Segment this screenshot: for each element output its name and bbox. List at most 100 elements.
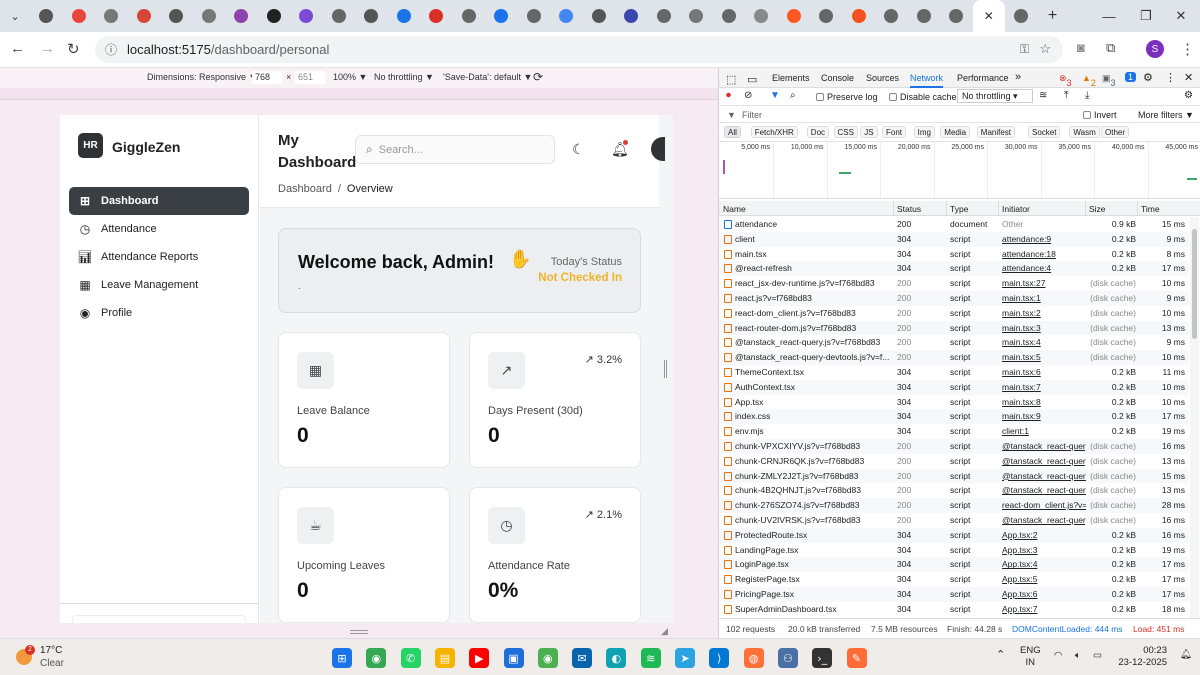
network-app-icon[interactable]: ⚇ [777,648,798,668]
request-row[interactable]: react_jsx-dev-runtime.js?v=f768bd83 200 sc… [719,276,1189,291]
zoom-dropdown[interactable]: 100% ▼ [333,72,367,82]
viewport-resize-handle-bottom[interactable] [350,630,368,634]
export-har-icon[interactable]: ⤓ [1085,90,1089,101]
wifi-icon[interactable]: ◠ [1054,650,1062,662]
bookmark-star-icon[interactable]: ☆ [1039,41,1051,57]
browser-tab[interactable]: ✕ [972,0,1005,32]
device-mode-icon[interactable]: ▭ [747,73,757,86]
site-info-icon[interactable]: ⓘ [105,41,117,58]
column-separator[interactable] [998,201,999,216]
request-initiator[interactable]: main.tsx:8 [1002,395,1086,410]
request-row[interactable]: react-dom_client.js?v=f768bd83 200 script m… [719,306,1189,321]
whatsapp-icon[interactable]: ✆ [400,648,421,668]
browser-menu-icon[interactable]: ⋮ [1180,40,1195,58]
request-initiator[interactable]: attendance:9 [1002,232,1086,247]
youtube-icon[interactable]: ▶ [469,648,490,668]
column-separator[interactable] [1137,201,1138,216]
request-row[interactable]: main.tsx 304 script attendance:18 0.2 kB 8 ms [719,247,1189,262]
save-data-dropdown[interactable]: 'Save-Data': default ▼ [443,72,532,82]
back-icon[interactable]: ← [10,40,25,57]
network-throttling-select[interactable]: No throttling ▾ [957,89,1033,103]
browser-tab[interactable] [160,0,193,32]
close-tab-icon[interactable]: ✕ [984,9,994,23]
browser-tab[interactable] [453,0,486,32]
request-row[interactable]: LandingPage.tsx 304 script App.tsx:3 0.2 kB 1… [719,543,1189,558]
viewport-height-input[interactable]: 651 [295,71,325,84]
request-row[interactable]: @tanstack_react-query-devtools.js?v=f...… [719,350,1189,365]
request-initiator[interactable]: App.tsx:2 [1002,528,1086,543]
request-row[interactable]: @tanstack_react-query.js?v=f768bd83 200 sc… [719,335,1189,350]
new-tab-button[interactable]: + [1038,7,1068,25]
inspect-element-icon[interactable]: ⬚ [726,73,736,86]
request-initiator[interactable]: main.tsx:6 [1002,365,1086,380]
browser-tab[interactable] [485,0,518,32]
camera-icon[interactable]: ◙ [1077,40,1085,55]
browser-tab[interactable] [128,0,161,32]
chrome-profile-icon[interactable]: ◉ [366,648,387,668]
browser-tab[interactable] [420,0,453,32]
type-filter-img[interactable]: Img [913,126,935,138]
devtools-menu-icon[interactable]: ⋮ [1165,71,1176,84]
request-initiator[interactable]: App.tsx:4 [1002,557,1086,572]
throttle-dropdown[interactable]: No throttling ▼ [374,72,434,82]
info-count[interactable]: ▣ 3 [1102,73,1116,88]
search-network-icon[interactable]: ⌕ [790,90,796,101]
browser-tab[interactable] [583,0,616,32]
request-initiator[interactable]: client:1 [1002,424,1086,439]
request-row[interactable]: react-router-dom.js?v=f768bd83 200 script m… [719,320,1189,336]
request-initiator[interactable]: attendance:18 [1002,247,1086,262]
browser-tab[interactable] [940,0,973,32]
volume-icon[interactable]: 🔈︎ [1075,650,1081,662]
browser-tab[interactable] [810,0,843,32]
browser-tab[interactable] [355,0,388,32]
request-row[interactable]: react.js?v=f768bd83 200 script main.tsx:1 (d… [719,291,1189,306]
request-initiator[interactable]: main.tsx:1 [1002,291,1086,306]
browser-tab[interactable] [875,0,908,32]
password-key-icon[interactable]: ⚿ [1020,42,1029,57]
request-initiator[interactable]: App.tsx:5 [1002,572,1086,587]
import-har-icon[interactable]: ⤒ [1064,90,1068,101]
request-row[interactable]: AuthContext.tsx 304 script main.tsx:7 0.2 kB… [719,379,1189,395]
request-initiator[interactable]: App.tsx:3 [1002,543,1086,558]
browser-tab[interactable] [550,0,583,32]
firefox-icon[interactable]: ◍ [743,648,764,668]
request-row[interactable]: ThemeContext.tsx 304 script main.tsx:6 0.2 k… [719,365,1189,380]
request-row[interactable]: @react-refresh 304 script attendance:4 0.2 k… [719,261,1189,277]
start-menu-icon[interactable]: ⊞ [332,648,352,668]
extensions-icon[interactable]: ⧉ [1106,40,1115,56]
rotate-icon[interactable]: ⟳ [533,70,543,84]
column-header-type[interactable]: Type [950,204,968,214]
more-filters-dropdown[interactable]: More filters ▼ [1138,110,1194,120]
sidebar-item-leave-management[interactable]: ▦ Leave Management [69,271,249,299]
request-row[interactable]: SuperAdminDashboard.tsx 304 script App.tsx:… [719,602,1189,617]
microsoft-store-icon[interactable]: ▣ [503,648,524,668]
disable-cache-checkbox[interactable]: Disable cache [889,92,957,102]
browser-tab[interactable] [1005,0,1038,32]
viewport-width-input[interactable]: 768 [252,71,282,84]
warning-count[interactable]: ▲ 2 [1082,73,1096,88]
request-table-scrollbar[interactable] [1190,217,1199,618]
browser-tab[interactable] [193,0,226,32]
request-row[interactable]: client 304 script attendance:9 0.2 kB 9 ms [719,231,1189,247]
type-filter-fetch-xhr[interactable]: Fetch/XHR [750,126,798,138]
address-bar[interactable]: ⓘ localhost:5175/dashboard/personal ⚿ ☆ [95,36,1063,63]
clear-icon[interactable]: ⊘ [744,90,752,101]
settings-gear-icon[interactable]: ⚙ [1143,71,1153,84]
browser-tab[interactable] [745,0,778,32]
browser-tab[interactable] [225,0,258,32]
column-separator[interactable] [1085,201,1086,216]
type-filter-js[interactable]: JS [860,126,878,138]
browser-tab[interactable] [648,0,681,32]
type-filter-wasm[interactable]: Wasm [1069,126,1100,138]
type-filter-css[interactable]: CSS [833,126,858,138]
edge-icon[interactable]: ◐ [606,648,627,668]
request-initiator[interactable]: App.tsx:6 [1002,587,1086,602]
browser-tab[interactable] [95,0,128,32]
request-initiator[interactable]: main.tsx:9 [1002,409,1086,424]
request-initiator[interactable]: @tanstack_react-query [1002,469,1086,484]
request-row[interactable]: ProtectedRoute.tsx 304 script App.tsx:2 0.2 … [719,527,1189,543]
spotify-icon[interactable]: ≋ [640,648,661,668]
request-row[interactable]: chunk-CRNJR6QK.js?v=f768bd83 200 script @ta… [719,454,1189,469]
type-filter-font[interactable]: Font [882,126,907,138]
type-filter-media[interactable]: Media [940,126,971,138]
